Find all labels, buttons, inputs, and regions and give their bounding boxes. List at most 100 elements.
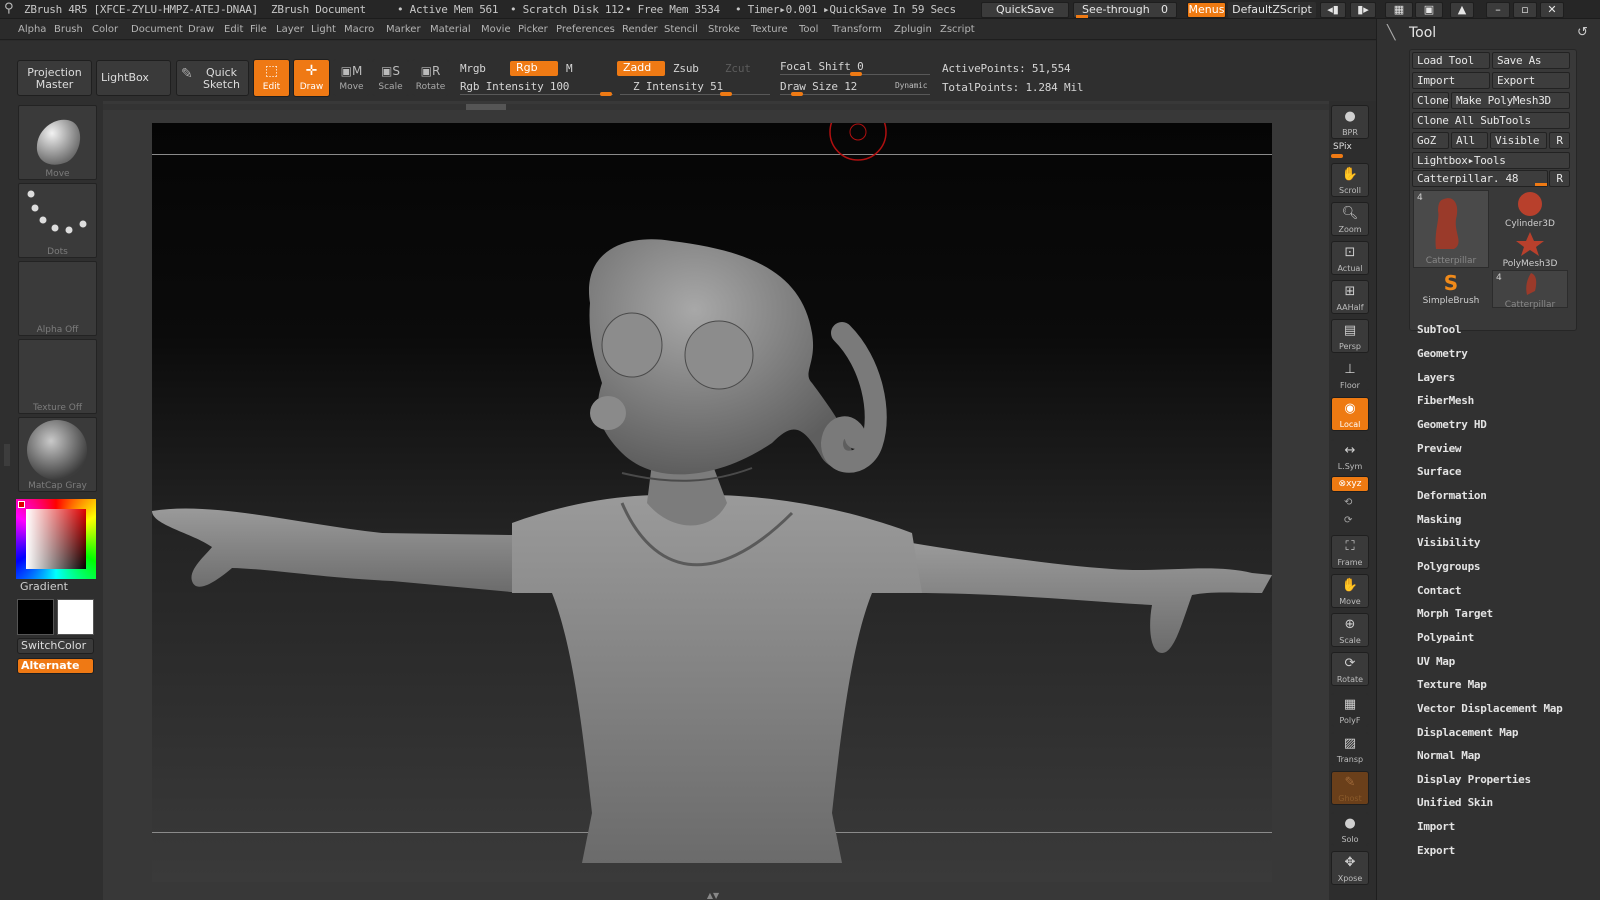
edit-button[interactable]: ⬚ Edit [253,59,290,97]
subpalette-deformation[interactable]: Deformation [1417,489,1487,502]
tool-palette-pin-icon[interactable]: ╲ [1387,25,1395,41]
ui-layout-right-icon[interactable]: ▮▸ [1350,2,1376,18]
subpalette-unified-skin[interactable]: Unified Skin [1417,796,1493,809]
subpalette-morph-target[interactable]: Morph Target [1417,607,1493,620]
scroll-button[interactable]: ✋ Scroll [1331,163,1369,197]
minimize-icon[interactable]: – [1486,2,1510,18]
quicksave-button[interactable]: QuickSave [981,2,1069,18]
tool-tile-polymesh3d[interactable]: PolyMesh3D [1492,230,1568,269]
bpr-button[interactable]: ● BPR [1331,105,1369,139]
secondary-color-swatch[interactable] [17,599,54,635]
rgb-intensity-slider[interactable] [460,94,613,95]
refresh-icon[interactable]: ↺ [1577,25,1588,40]
alpha-thumbnail[interactable]: Alpha Off [18,261,97,336]
subpalette-texture-map[interactable]: Texture Map [1417,678,1487,691]
rgb-button[interactable]: Rgb [510,61,558,76]
quick-sketch-button[interactable]: ✎ Quick Sketch [176,60,249,96]
color-picker[interactable] [16,499,96,579]
tool-tile-simplebrush[interactable]: S SimpleBrush [1413,270,1489,308]
document-canvas[interactable] [152,123,1272,882]
menu-alpha[interactable]: Alpha [18,24,46,35]
projection-master-button[interactable]: Projection Master [17,60,92,96]
subpalette-fibermesh[interactable]: FiberMesh [1417,394,1474,407]
menu-zscript[interactable]: Zscript [940,24,975,35]
goz-button[interactable]: GoZ [1412,132,1449,149]
menu-tool[interactable]: Tool [799,24,818,35]
maximize-icon[interactable]: ▫ [1513,2,1537,18]
tool-tile-cylinder3d[interactable]: Cylinder3D [1492,190,1568,229]
subpalette-preview[interactable]: Preview [1417,442,1462,455]
subpalette-vector-displacement-map[interactable]: Vector Displacement Map [1417,702,1563,715]
frame-button[interactable]: ⛶ Frame [1331,535,1369,569]
draw-size-knob[interactable] [791,92,803,96]
subpalette-polygroups[interactable]: Polygroups [1417,560,1481,573]
tool-tile-catterpillar-active[interactable]: 4 Catterpillar [1413,190,1489,268]
local-button[interactable]: ◉ Local [1331,397,1369,431]
make-polymesh3d-button[interactable]: Make PolyMesh3D [1451,92,1570,109]
menu-material[interactable]: Material [430,24,471,35]
menu-preferences[interactable]: Preferences [556,24,615,35]
lsym-button[interactable]: ↔ L.Sym [1331,439,1369,473]
goz-r-button[interactable]: R [1549,132,1570,149]
layout-icon-2[interactable]: ▣ [1415,2,1443,18]
m-button[interactable]: M [566,62,573,75]
menu-color[interactable]: Color [92,24,118,35]
subpalette-import[interactable]: Import [1417,820,1455,833]
layout-icon-1[interactable]: ▦ [1385,2,1413,18]
sculpt-model[interactable] [152,123,1272,882]
draw-button[interactable]: ✛ Draw [293,59,330,97]
z-intensity-slider[interactable] [620,94,770,95]
brush-thumbnail[interactable]: Move [18,105,97,180]
export-button[interactable]: Export [1492,72,1570,89]
subpalette-subtool[interactable]: SubTool [1417,323,1462,336]
spix-knob[interactable] [1331,154,1343,158]
subpalette-contact[interactable]: Contact [1417,584,1462,597]
menu-zplugin[interactable]: Zplugin [894,24,932,35]
subpalette-geometry[interactable]: Geometry [1417,347,1468,360]
subpalette-display-properties[interactable]: Display Properties [1417,773,1531,786]
lock-icon[interactable]: ▲ [1450,2,1474,18]
menu-movie[interactable]: Movie [481,24,511,35]
zsub-button[interactable]: Zsub [673,62,699,75]
menu-document[interactable]: Document [131,24,183,35]
zadd-button[interactable]: Zadd [617,61,665,76]
subpalette-geometry-hd[interactable]: Geometry HD [1417,418,1487,431]
menu-edit[interactable]: Edit [224,24,243,35]
subpalette-polypaint[interactable]: Polypaint [1417,631,1474,644]
ui-layout-left-icon[interactable]: ◂▮ [1320,2,1346,18]
menu-marker[interactable]: Marker [386,24,421,35]
z-intensity-knob[interactable] [720,92,732,96]
zoom-button[interactable]: 🔍︎ Zoom [1331,202,1369,236]
bottom-tray-toggle-icon[interactable]: ▲▼ [663,891,763,900]
texture-thumbnail[interactable]: Texture Off [18,339,97,414]
menu-render[interactable]: Render [622,24,658,35]
transp-button[interactable]: ▨ Transp [1331,732,1369,766]
lightbox-button[interactable]: LightBox [96,60,171,96]
menu-macro[interactable]: Macro [344,24,374,35]
focal-shift-knob[interactable] [850,72,862,76]
import-button[interactable]: Import [1412,72,1490,89]
rotate-button[interactable]: ▣R Rotate [412,59,449,97]
rotate-y-icon[interactable]: ⟲ [1344,497,1352,508]
gradient-label[interactable]: Gradient [20,580,68,593]
menu-picker[interactable]: Picker [518,24,548,35]
menu-texture[interactable]: Texture [751,24,788,35]
subpalette-export[interactable]: Export [1417,844,1455,857]
alternate-button[interactable]: Alternate [17,658,94,674]
switch-color-button[interactable]: SwitchColor [17,638,94,654]
move-button[interactable]: ▣M Move [333,59,370,97]
aahalf-button[interactable]: ⊞ AAHalf [1331,280,1369,314]
mrgb-button[interactable]: Mrgb [460,62,486,75]
polyf-button[interactable]: ▦ PolyF [1331,693,1369,727]
floor-button[interactable]: ⊥ Floor [1331,358,1369,392]
menu-transform[interactable]: Transform [832,24,882,35]
tool-r-button[interactable]: R [1549,170,1570,187]
left-tray-collapse-handle[interactable] [4,444,10,466]
subpalette-surface[interactable]: Surface [1417,465,1462,478]
save-as-button[interactable]: Save As [1492,52,1570,69]
rotate-z-icon[interactable]: ⟳ [1344,515,1352,526]
dynamic-button[interactable]: Dynamic [895,81,928,90]
menu-draw[interactable]: Draw [188,24,214,35]
saturation-square[interactable] [26,509,86,569]
menus-button[interactable]: Menus [1187,2,1226,18]
